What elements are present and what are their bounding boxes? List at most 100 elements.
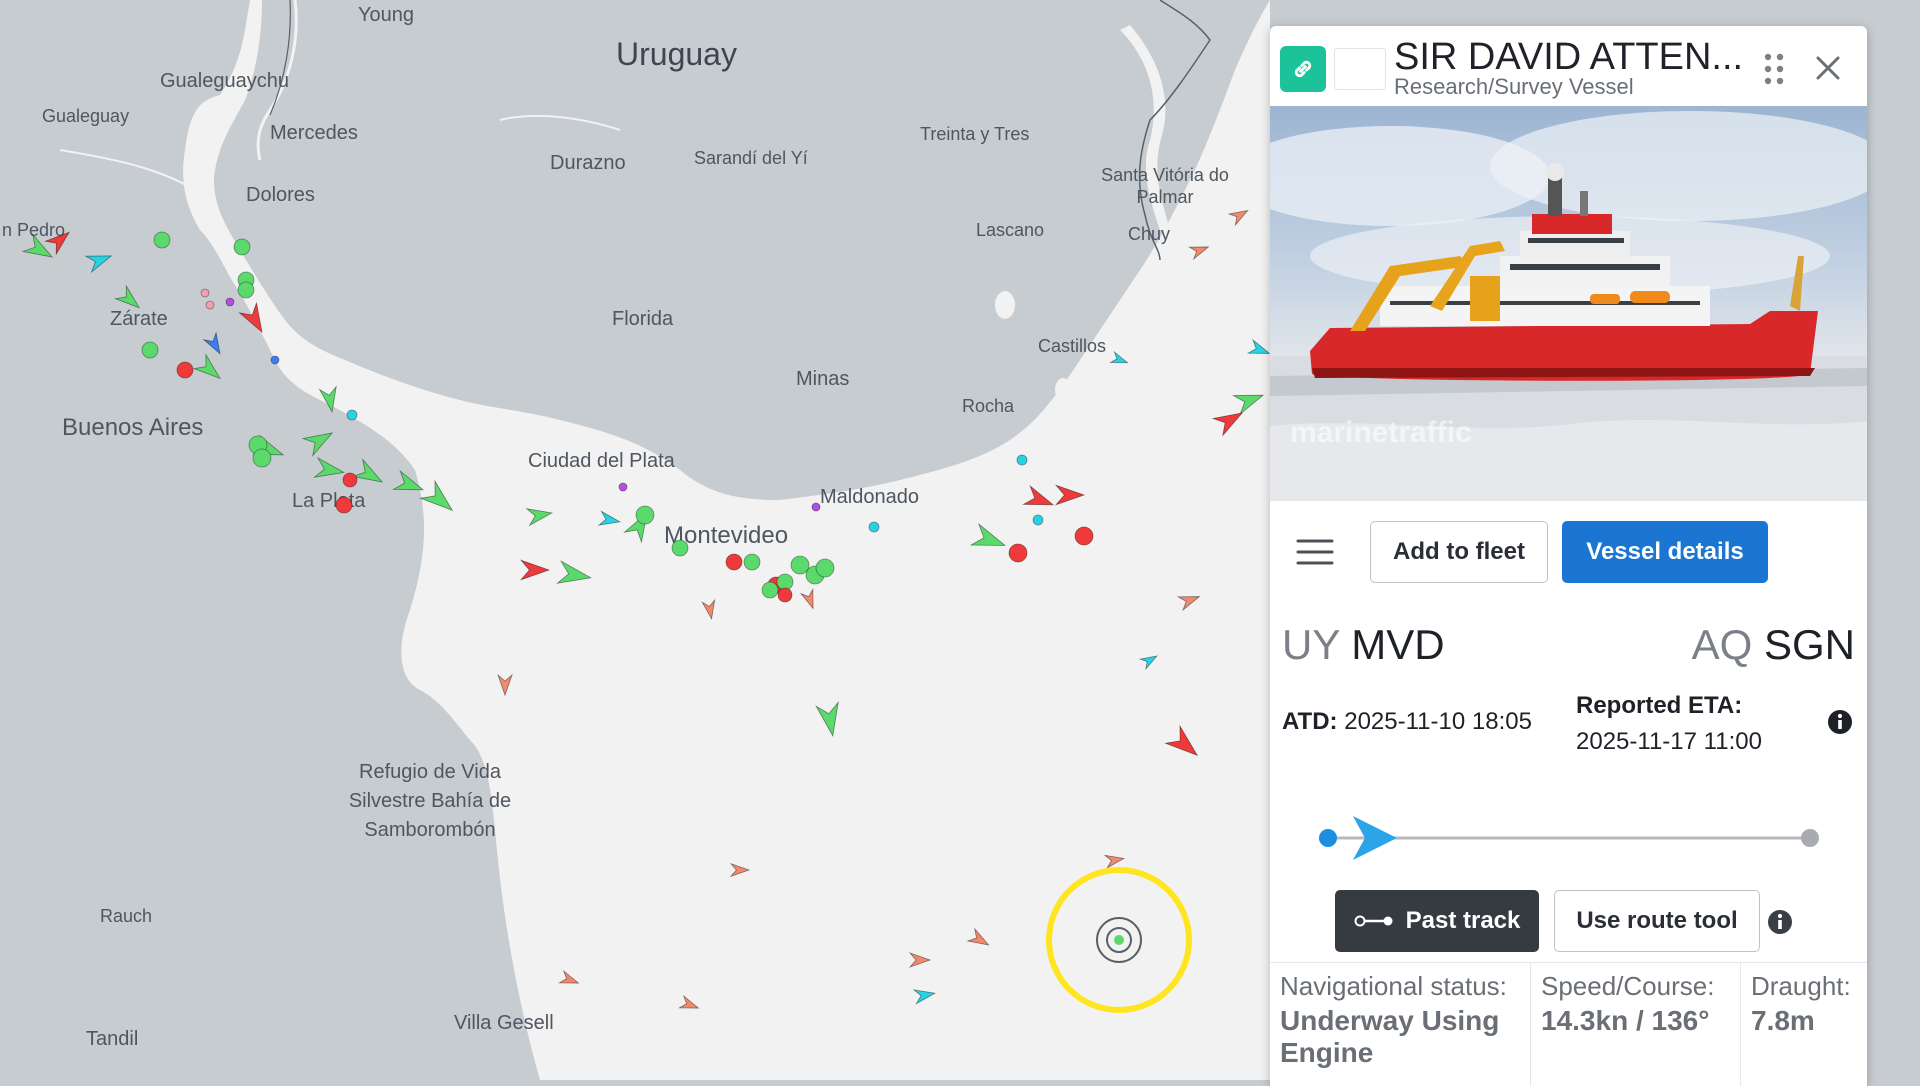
vessel-photo[interactable]: marinetraffic (1270, 106, 1867, 501)
vessel-marker[interactable] (1164, 724, 1205, 764)
vessel-marker[interactable] (618, 482, 628, 492)
link-icon (1294, 60, 1312, 78)
vessel-marker[interactable] (301, 425, 337, 457)
vessel-marker[interactable] (1187, 241, 1210, 261)
vessel-marker[interactable] (43, 226, 74, 256)
vessel-marker[interactable] (635, 505, 655, 525)
vessel-marker[interactable] (1227, 205, 1251, 227)
vessel-marker[interactable] (351, 458, 387, 491)
vessel-marker[interactable] (519, 559, 551, 581)
stat-label: Draught: (1751, 971, 1851, 1001)
photo-watermark: marinetraffic (1290, 416, 1472, 449)
vessel-marker[interactable] (777, 587, 793, 603)
link-button[interactable] (1280, 46, 1326, 92)
vessel-marker[interactable] (1109, 350, 1130, 368)
vessel-marker[interactable] (1032, 514, 1044, 526)
vessel-marker[interactable] (392, 469, 426, 499)
vessel-marker[interactable] (701, 598, 718, 621)
vessel-marker[interactable] (677, 994, 700, 1014)
departure-port[interactable]: UY MVD (1282, 621, 1445, 669)
vessel-marker[interactable] (318, 385, 341, 414)
vessel-marker[interactable] (969, 522, 1009, 556)
vessel-marker[interactable] (1022, 484, 1056, 514)
vessel-marker[interactable] (1232, 386, 1266, 416)
menu-icon[interactable] (1296, 537, 1334, 567)
vessel-marker[interactable] (868, 521, 880, 533)
vessel-marker[interactable] (525, 505, 554, 527)
vessel-marker[interactable] (1246, 338, 1270, 360)
vessel-marker[interactable] (1074, 526, 1094, 546)
close-icon[interactable] (1810, 50, 1846, 86)
vessel-marker[interactable] (205, 300, 215, 310)
drag-handle-icon[interactable] (1762, 51, 1786, 87)
stat-value: 7.8m (1751, 1005, 1815, 1036)
vessel-marker[interactable] (1016, 454, 1028, 466)
vessel-marker[interactable] (233, 238, 251, 256)
vessel-marker[interactable] (238, 301, 271, 337)
add-to-fleet-button[interactable]: Add to fleet (1370, 521, 1548, 583)
vessel-marker[interactable] (790, 555, 810, 575)
vessel-type: Research/Survey Vessel (1394, 74, 1634, 99)
vessel-marker[interactable] (84, 248, 114, 274)
vessel-marker[interactable] (912, 986, 937, 1005)
departure-country: UY (1282, 621, 1340, 668)
vessel-marker[interactable] (335, 496, 353, 514)
past-track-button[interactable]: Past track (1335, 890, 1539, 952)
vessel-marker[interactable] (557, 969, 580, 989)
vessel-marker[interactable] (1138, 651, 1159, 671)
vessel-marker[interactable] (671, 539, 689, 557)
vessel-marker[interactable] (776, 573, 794, 591)
vessel-marker[interactable] (815, 700, 844, 737)
vessel-marker[interactable] (113, 284, 144, 314)
vessel-marker[interactable] (729, 862, 751, 878)
vessel-marker[interactable] (815, 558, 835, 578)
vessel-name: SIR DAVID ATTEN... (1394, 36, 1744, 78)
stat-label: Speed/Course: (1541, 971, 1715, 1001)
vessel-marker[interactable] (419, 479, 460, 519)
vessel-marker[interactable] (597, 510, 622, 528)
departure-code: MVD (1351, 621, 1445, 668)
atd-value: 2025-11-10 18:05 (1344, 708, 1532, 735)
selected-vessel-highlight[interactable] (1046, 867, 1192, 1013)
vessel-marker[interactable] (252, 448, 272, 468)
use-route-tool-button[interactable]: Use route tool (1554, 890, 1760, 952)
atd-label: ATD: (1282, 708, 1338, 735)
progress-end-dot (1801, 829, 1819, 847)
info-icon[interactable] (1826, 708, 1854, 736)
eta-label: Reported ETA: (1576, 692, 1743, 719)
vessel-marker[interactable] (313, 456, 346, 482)
info-icon[interactable] (1766, 908, 1794, 936)
vessel-marker[interactable] (176, 361, 194, 379)
vessel-marker[interactable] (225, 297, 235, 307)
vessel-marker[interactable] (761, 581, 779, 599)
vessel-marker[interactable] (555, 560, 592, 589)
arrival-port[interactable]: AQ SGN (1692, 621, 1855, 669)
vessel-marker[interactable] (346, 409, 358, 421)
vessel-marker[interactable] (153, 231, 171, 249)
vessel-marker[interactable] (202, 331, 226, 357)
vessel-layer (21, 205, 1270, 1014)
vessel-details-button[interactable]: Vessel details (1562, 521, 1768, 583)
vessel-marker[interactable] (237, 281, 255, 299)
vessel-marker[interactable] (811, 502, 821, 512)
panel-header: SIR DAVID ATTEN... Research/Survey Vesse… (1270, 26, 1867, 106)
vessel-marker[interactable] (966, 927, 992, 951)
vessel-marker[interactable] (141, 341, 159, 359)
vessel-marker[interactable] (1008, 543, 1028, 563)
stat-label: Navigational status: (1280, 971, 1507, 1001)
vessel-marker[interactable] (270, 355, 280, 365)
vessel-marker[interactable] (799, 587, 819, 610)
vessel-marker[interactable] (192, 353, 226, 386)
vessel-marker[interactable] (342, 472, 358, 488)
action-bar: Add to fleet Vessel details (1270, 501, 1867, 611)
vessel-marker[interactable] (1054, 484, 1086, 506)
vessel-marker[interactable] (725, 553, 743, 571)
vessel-marker[interactable] (1103, 852, 1126, 869)
vessel-marker[interactable] (908, 952, 932, 968)
voyage-progress (1270, 786, 1867, 866)
vessel-marker[interactable] (497, 673, 513, 697)
vessel-marker[interactable] (1176, 590, 1202, 612)
vessel-marker[interactable] (743, 553, 761, 571)
vessel-marker[interactable] (200, 288, 210, 298)
past-track-label: Past track (1405, 907, 1521, 934)
